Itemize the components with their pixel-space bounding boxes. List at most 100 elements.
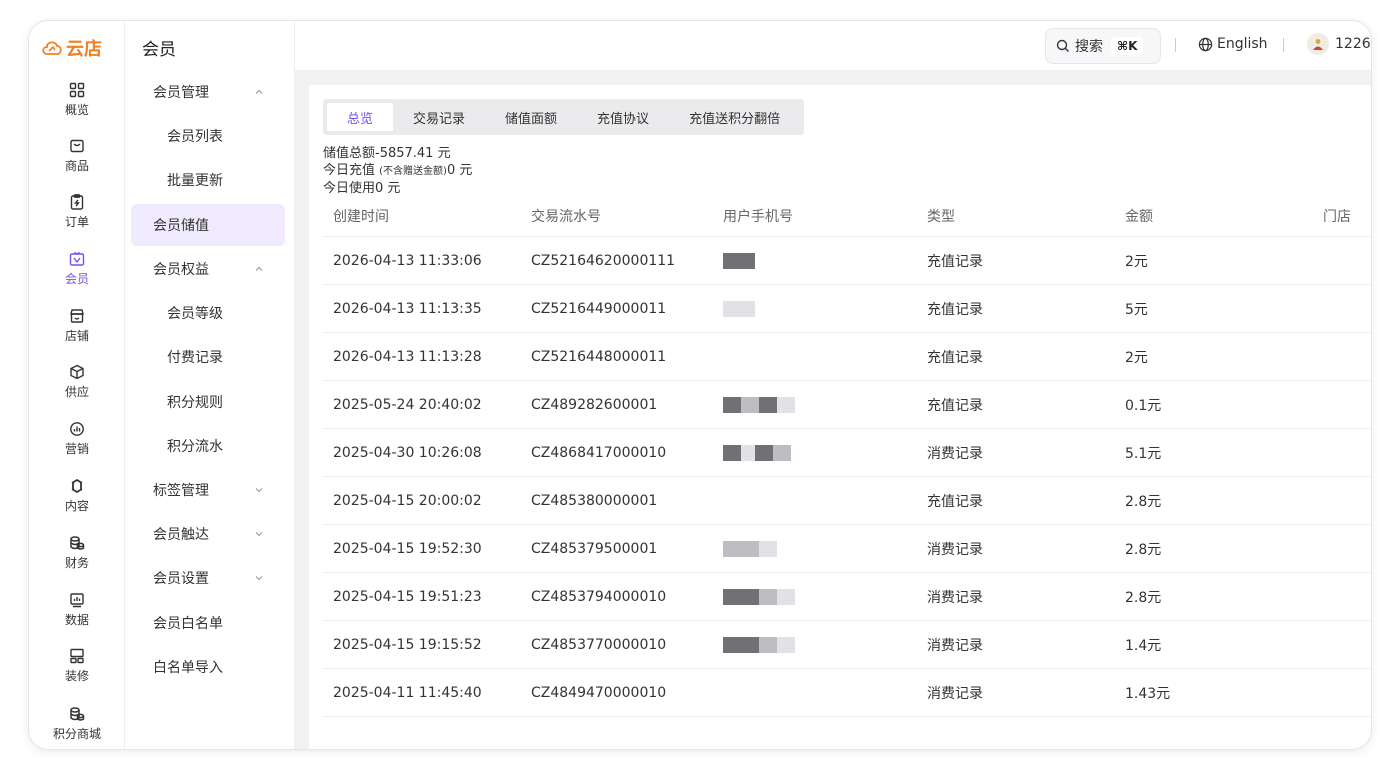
menu-item-member-stored-value[interactable]: 会员储值 (131, 204, 285, 246)
menu-group-member-settings[interactable]: 会员设置 (131, 557, 285, 599)
menu-label: 标签管理 (153, 483, 209, 499)
menu-label: 会员列表 (167, 129, 223, 145)
menu-label: 会员设置 (153, 571, 209, 587)
search-shortcut: ⌘K (1111, 37, 1144, 55)
rail-item-store[interactable]: 店铺 (29, 307, 125, 344)
rail-item-data[interactable]: 数据 (29, 591, 125, 628)
user-avatar-icon (1313, 39, 1323, 50)
menu-item-member-level[interactable]: 会员等级 (131, 292, 285, 334)
redacted-block (741, 588, 759, 605)
redacted-block (741, 636, 759, 653)
user-menu[interactable]: 12266 (1307, 33, 1371, 55)
rail-item-marketing[interactable]: 营销 (29, 420, 125, 457)
cell-amount: 2元 (1125, 253, 1148, 270)
cell-serial: CZ485379500001 (531, 540, 658, 557)
divider (1175, 38, 1176, 52)
redacted-block (759, 540, 777, 557)
menu-item-points-rules[interactable]: 积分规则 (131, 381, 285, 423)
rail-label: 营销 (64, 442, 89, 456)
cell-amount: 5元 (1125, 301, 1148, 318)
redacted-block (741, 540, 759, 557)
redacted-block (741, 300, 755, 317)
rail-item-orders[interactable]: 订单 (29, 193, 125, 230)
cell-created-time: 2025-05-24 20:40:02 (333, 396, 482, 413)
cell-created-time: 2026-04-13 11:13:28 (333, 348, 482, 365)
rail-label: 内容 (64, 499, 89, 513)
menu-item-batch-update[interactable]: 批量更新 (131, 159, 285, 201)
menu-label: 付费记录 (167, 350, 223, 366)
table-row: 2026-04-13 11:13:35 CZ5216449000011 充值记录 5元 (323, 285, 1371, 333)
chevron-down-icon (255, 488, 263, 493)
stored-value-total: 储值总额-5857.41 元 (323, 146, 451, 161)
tab-recharge-agreement[interactable]: 充值协议 (577, 103, 669, 131)
cell-type: 充值记录 (927, 349, 983, 366)
cell-created-time: 2025-04-30 10:26:08 (333, 444, 482, 461)
rail-item-decoration[interactable]: 装修 (29, 647, 125, 684)
rail-item-points-mall[interactable]: 积分商城 (29, 705, 125, 742)
app-logo[interactable]: 云店 (41, 35, 102, 61)
shopping-bag-icon (68, 137, 86, 155)
table-row: 2025-04-30 10:26:08 CZ4868417000010 消费记录 5.… (323, 429, 1371, 477)
redacted-block (741, 444, 755, 461)
menu-group-member-reach[interactable]: 会员触达 (131, 513, 285, 555)
tab-overview[interactable]: 总览 (327, 103, 394, 131)
language-switcher[interactable]: English (1198, 36, 1268, 52)
tab-denominations[interactable]: 储值面额 (485, 103, 577, 131)
redacted-block (759, 396, 777, 413)
cell-type: 充值记录 (927, 397, 983, 414)
table-row: 2025-04-15 20:00:02 CZ485380000001 充值记录 2.8… (323, 477, 1371, 525)
table-row: 2025-04-11 11:45:40 CZ4849470000010 消费记录 1.… (323, 669, 1371, 717)
menu-group-member-benefits[interactable]: 会员权益 (131, 248, 285, 290)
cell-type: 消费记录 (927, 637, 983, 654)
column-header-amount: 金额 (1125, 208, 1153, 225)
redacted-block (777, 396, 795, 413)
cell-amount: 2.8元 (1125, 541, 1162, 558)
cell-amount: 0.1元 (1125, 397, 1162, 414)
primary-nav: 云店 概览 商品 订单 会员 店铺 供应 营销 内容 财务 数据 装修 积分商城 (29, 21, 125, 749)
tab-recharge-points-double[interactable]: 充值送积分翻倍 (669, 103, 800, 131)
menu-item-member-whitelist[interactable]: 会员白名单 (131, 602, 285, 644)
search-label: 搜索 (1075, 39, 1103, 55)
cell-created-time: 2025-04-15 19:52:30 (333, 540, 482, 557)
data-icon (68, 591, 86, 609)
cell-type: 充值记录 (927, 253, 983, 270)
rail-item-products[interactable]: 商品 (29, 137, 125, 174)
clipboard-icon (68, 193, 86, 211)
rail-item-members[interactable]: 会员 (29, 250, 125, 287)
divider (1283, 38, 1284, 52)
menu-item-points-flow[interactable]: 积分流水 (131, 425, 285, 467)
cell-phone (723, 525, 777, 572)
menu-item-member-list[interactable]: 会员列表 (131, 115, 285, 157)
top-bar: 搜索 ⌘K English 12266 (295, 21, 1371, 71)
cell-serial: CZ489282600001 (531, 396, 658, 413)
redacted-block (723, 252, 755, 269)
app-window: 云店 概览 商品 订单 会员 店铺 供应 营销 内容 财务 数据 装修 积分商城… (28, 20, 1372, 750)
cell-type: 充值记录 (927, 493, 983, 510)
cell-amount: 2.8元 (1125, 589, 1162, 606)
table-row: 2026-04-13 11:33:06 CZ52164620000111 充值记录 2… (323, 237, 1371, 285)
rail-item-supply[interactable]: 供应 (29, 363, 125, 400)
search-button[interactable]: 搜索 ⌘K (1045, 28, 1161, 64)
cell-amount: 2.8元 (1125, 493, 1162, 510)
chevron-up-icon (255, 266, 263, 271)
rail-item-finance[interactable]: 财务 (29, 534, 125, 571)
menu-item-payment-records[interactable]: 付费记录 (131, 336, 285, 378)
secondary-menu: 会员 会员管理 会员列表 批量更新 会员储值 会员权益 会员等级 付费记录 积分… (125, 21, 295, 749)
rail-item-overview[interactable]: 概览 (29, 81, 125, 118)
menu-group-tag-management[interactable]: 标签管理 (131, 469, 285, 511)
menu-label: 白名单导入 (153, 660, 223, 676)
column-header-phone: 用户手机号 (723, 208, 793, 225)
store-icon (68, 307, 86, 325)
cell-serial: CZ4849470000010 (531, 684, 667, 701)
rail-label: 装修 (64, 669, 89, 683)
cell-type: 消费记录 (927, 685, 983, 702)
today-recharge-label: 今日充值 (323, 163, 380, 178)
menu-label: 会员储值 (153, 218, 209, 234)
cell-created-time: 2026-04-13 11:13:35 (333, 300, 482, 317)
tab-transactions[interactable]: 交易记录 (393, 103, 485, 131)
menu-item-whitelist-import[interactable]: 白名单导入 (131, 646, 285, 688)
menu-group-member-management[interactable]: 会员管理 (131, 71, 285, 113)
rail-item-content[interactable]: 内容 (29, 477, 125, 514)
language-label: English (1217, 36, 1268, 52)
rail-label: 会员 (64, 272, 89, 286)
